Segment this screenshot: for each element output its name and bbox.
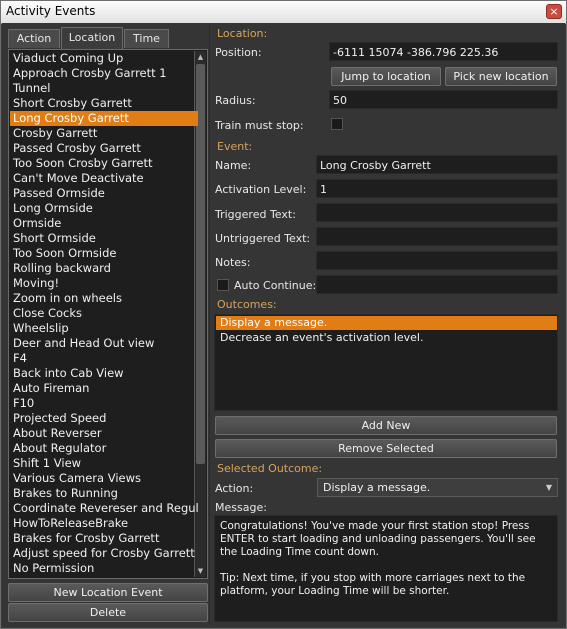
list-item[interactable]: Can't Move Deactivate: [10, 171, 198, 186]
action-dropdown-value: Display a message.: [323, 481, 431, 494]
remove-selected-button[interactable]: Remove Selected: [215, 439, 557, 458]
list-item[interactable]: Ormside: [10, 216, 198, 231]
list-item[interactable]: Coordinate Revereser and Regul...: [10, 501, 198, 516]
list-item[interactable]: About Regulator: [10, 441, 198, 456]
notes-field[interactable]: [316, 251, 558, 270]
list-item[interactable]: F10: [10, 396, 198, 411]
position-label: Position:: [215, 46, 262, 59]
list-item[interactable]: Rolling backward: [10, 261, 198, 276]
list-item[interactable]: HowToReleaseBrake: [10, 516, 198, 531]
activation-level-field[interactable]: 1: [316, 179, 558, 198]
list-item[interactable]: Projected Speed: [10, 411, 198, 426]
tab-action[interactable]: Action: [8, 29, 60, 48]
activity-events-window: Activity Events × Action Location Time ▲…: [0, 0, 567, 629]
triggered-text-field[interactable]: [316, 203, 558, 222]
activation-level-label: Activation Level:: [215, 183, 307, 196]
panel-divider: [209, 25, 210, 625]
auto-continue-field[interactable]: [316, 275, 558, 294]
list-item[interactable]: Brakes to Running: [10, 486, 198, 501]
list-item[interactable]: Auto Fireman: [10, 381, 198, 396]
close-button[interactable]: ×: [546, 4, 562, 19]
list-item[interactable]: Back into Cab View: [10, 366, 198, 381]
list-item[interactable]: Too Soon Ormside: [10, 246, 198, 261]
list-item[interactable]: Zoom in on wheels: [10, 291, 198, 306]
add-new-button[interactable]: Add New: [215, 416, 557, 435]
delete-button[interactable]: Delete: [8, 603, 208, 622]
action-label: Action:: [215, 482, 254, 495]
auto-continue-label: Auto Continue:: [234, 279, 317, 292]
action-dropdown[interactable]: Display a message. ▼: [317, 478, 558, 497]
location-events-list[interactable]: ▲ ▼ Viaduct Coming Up Approach Crosby Gar…: [8, 49, 208, 579]
tab-location-label: Location: [68, 31, 116, 44]
untriggered-text-label: Untriggered Text:: [215, 232, 311, 245]
pick-new-location-button[interactable]: Pick new location: [445, 67, 557, 86]
outcome-item[interactable]: Display a message.: [216, 316, 557, 330]
tab-action-label: Action: [16, 32, 52, 45]
jump-to-location-button[interactable]: Jump to location: [331, 67, 441, 86]
list-item[interactable]: Long Ormside: [10, 201, 198, 216]
outcome-item[interactable]: Decrease an event's activation level.: [216, 331, 557, 345]
list-item[interactable]: Various Camera Views: [10, 471, 198, 486]
list-item[interactable]: Passed Ormside: [10, 186, 198, 201]
list-item[interactable]: F4: [10, 351, 198, 366]
list-item[interactable]: Short Crosby Garrett: [10, 96, 198, 111]
list-item[interactable]: No Permission: [10, 561, 198, 576]
radius-label: Radius:: [215, 94, 256, 107]
list-item[interactable]: Short Ormside: [10, 231, 198, 246]
message-textarea[interactable]: Congratulations! You've made your first …: [214, 515, 558, 622]
radius-field[interactable]: 50: [329, 90, 558, 109]
train-must-stop-label: Train must stop:: [215, 119, 304, 132]
list-item[interactable]: Wheelslip: [10, 321, 198, 336]
location-section-label: Location:: [217, 27, 268, 40]
tab-time[interactable]: Time: [124, 29, 169, 48]
new-location-event-button[interactable]: New Location Event: [8, 583, 208, 602]
list-item[interactable]: Passed Crosby Garrett: [10, 141, 198, 156]
event-section-label: Event:: [217, 140, 253, 153]
outcomes-list[interactable]: Display a message. Decrease an event's ac…: [214, 314, 558, 411]
list-item[interactable]: Viaduct Coming Up: [10, 51, 198, 66]
untriggered-text-field[interactable]: [316, 227, 558, 246]
name-label: Name:: [215, 159, 252, 172]
close-icon: ×: [549, 5, 559, 18]
tab-time-label: Time: [133, 32, 160, 45]
notes-label: Notes:: [215, 256, 251, 269]
list-item[interactable]: Moving!: [10, 276, 198, 291]
list-item[interactable]: Too Soon Crosby Garrett: [10, 156, 198, 171]
list-item[interactable]: Tunnel: [10, 81, 198, 96]
selected-outcome-section-label: Selected Outcome:: [217, 462, 323, 475]
list-item[interactable]: Close Cocks: [10, 306, 198, 321]
list-item[interactable]: Crosby Garrett: [10, 126, 198, 141]
message-label: Message:: [215, 501, 267, 514]
title-bar[interactable]: Activity Events ×: [1, 1, 566, 24]
auto-continue-checkbox[interactable]: [217, 279, 229, 291]
tab-location[interactable]: Location: [61, 27, 123, 49]
list-item[interactable]: Approach Crosby Garrett 1: [10, 66, 198, 81]
list-item[interactable]: Adjust speed for Crosby Garrett: [10, 546, 198, 561]
list-item[interactable]: About Reverser: [10, 426, 198, 441]
window-title: Activity Events: [6, 4, 96, 18]
chevron-down-icon: ▼: [545, 483, 552, 492]
list-item[interactable]: Long Crosby Garrett: [10, 111, 198, 126]
name-field[interactable]: Long Crosby Garrett: [316, 155, 558, 174]
triggered-text-label: Triggered Text:: [215, 208, 296, 221]
outcomes-section-label: Outcomes:: [217, 298, 277, 311]
train-must-stop-checkbox[interactable]: [331, 118, 343, 130]
list-item[interactable]: Brakes for Crosby Garrett: [10, 531, 198, 546]
list-item[interactable]: Deer and Head Out view: [10, 336, 198, 351]
position-field[interactable]: -6111 15074 -386.796 225.36: [329, 42, 558, 61]
list-item[interactable]: Shift 1 View: [10, 456, 198, 471]
list-item[interactable]: NMP: [10, 576, 198, 578]
